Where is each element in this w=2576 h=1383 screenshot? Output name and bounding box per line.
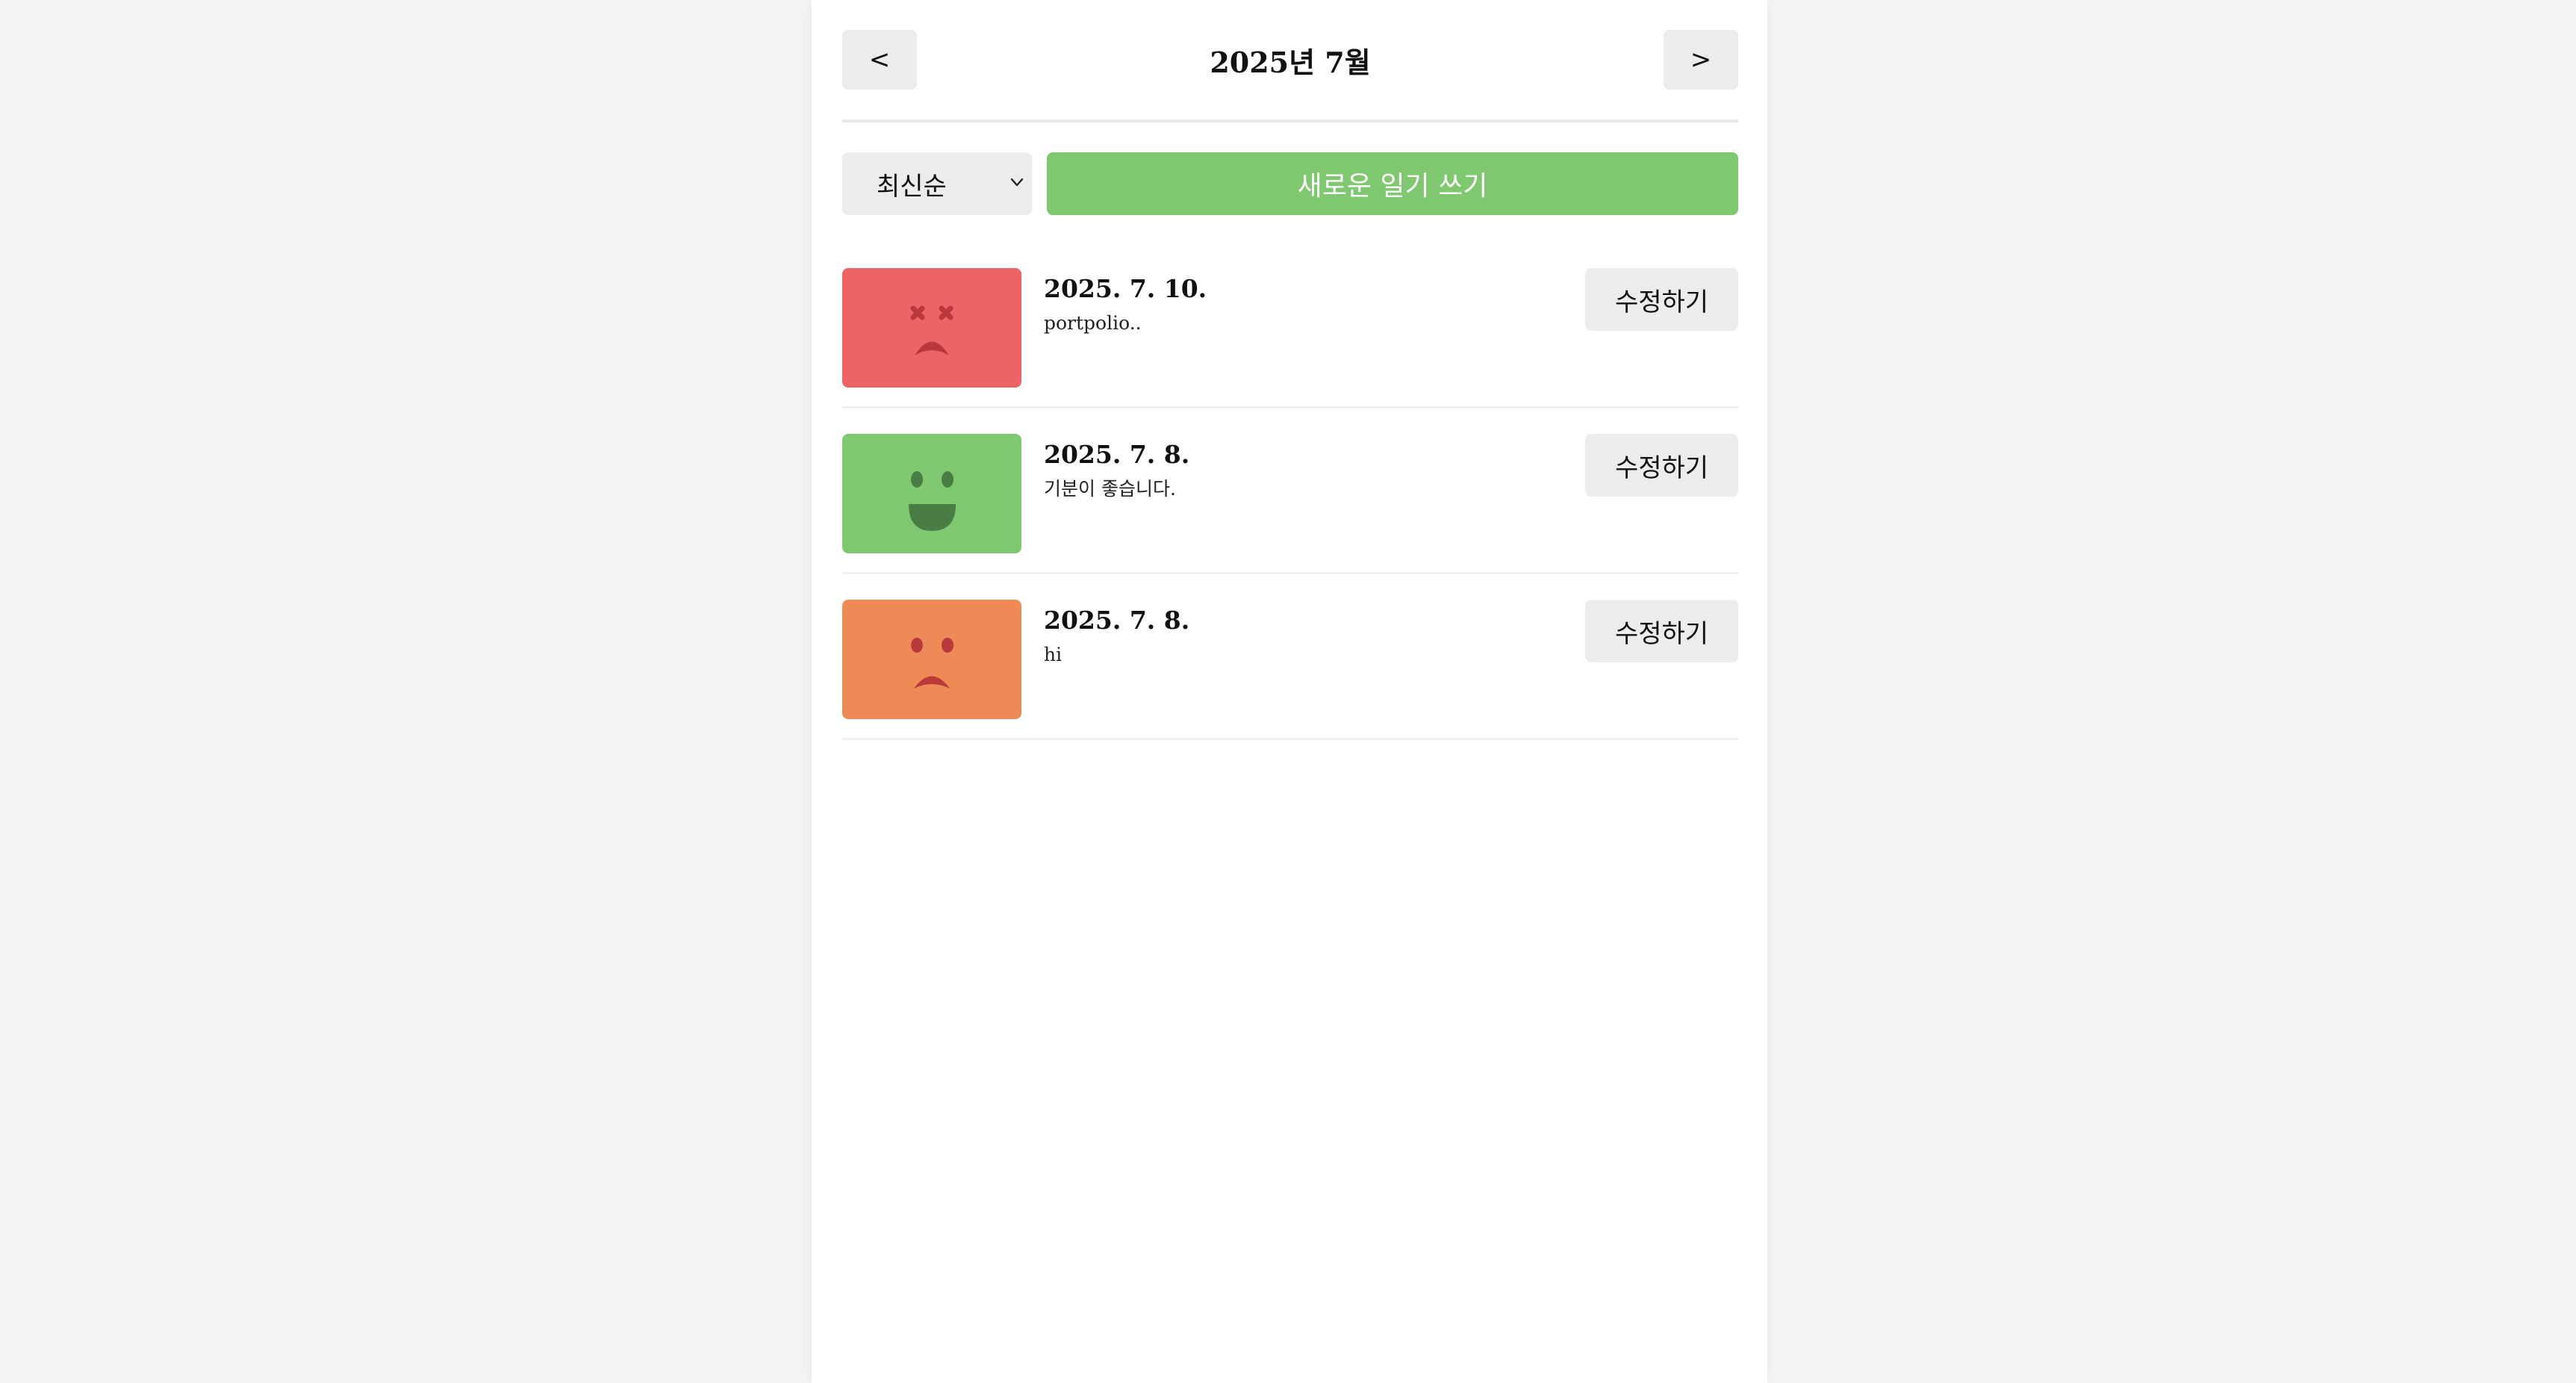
sort-select[interactable]: 최신순: [842, 152, 1032, 215]
diary-info[interactable]: 2025. 7. 8. 기분이 좋습니다.: [1044, 438, 1189, 504]
new-diary-button[interactable]: 새로운 일기 쓰기: [1047, 152, 1738, 215]
diary-date: 2025. 7. 10.: [1044, 274, 1207, 303]
diary-info[interactable]: 2025. 7. 10. portpolio..: [1044, 273, 1207, 338]
diary-item: 2025. 7. 10. portpolio.. 수정하기: [842, 243, 1738, 408]
happy-face-icon: [909, 471, 956, 531]
diary-item: 2025. 7. 8. 기분이 좋습니다. 수정하기: [842, 408, 1738, 574]
diary-content: portpolio..: [1044, 312, 1142, 334]
diary-content: 기분이 좋습니다.: [1044, 478, 1176, 500]
emotion-image[interactable]: [842, 600, 1021, 719]
header: < 2025년 7월 >: [842, 30, 1738, 90]
edit-button[interactable]: 수정하기: [1585, 434, 1738, 497]
prev-month-button[interactable]: <: [842, 30, 917, 90]
sort-select-value: 최신순: [877, 171, 947, 202]
emotion-image[interactable]: [842, 434, 1021, 553]
sad-x-eyes-icon: [910, 305, 953, 355]
diary-date: 2025. 7. 8.: [1044, 440, 1190, 469]
month-title: 2025년 7월: [1210, 45, 1371, 79]
next-month-button[interactable]: >: [1664, 30, 1738, 90]
diary-item: 2025. 7. 8. hi 수정하기: [842, 574, 1738, 740]
emotion-image[interactable]: [842, 268, 1021, 388]
edit-button[interactable]: 수정하기: [1585, 268, 1738, 331]
chevron-down-icon: [1010, 178, 1024, 187]
diary-date: 2025. 7. 8.: [1044, 606, 1190, 635]
diary-app: < 2025년 7월 > 최신순 새로운 일기 쓰기 2025. 7. 10. …: [812, 0, 1767, 1383]
edit-button[interactable]: 수정하기: [1585, 600, 1738, 662]
diary-info[interactable]: 2025. 7. 8. hi: [1044, 604, 1189, 670]
diary-content: hi: [1044, 644, 1063, 665]
menu-bar: 최신순 새로운 일기 쓰기: [842, 152, 1738, 215]
diary-list: 2025. 7. 10. portpolio.. 수정하기 2025. 7. 8…: [842, 243, 1738, 740]
sad-face-icon: [911, 638, 953, 689]
header-divider: [842, 119, 1738, 122]
